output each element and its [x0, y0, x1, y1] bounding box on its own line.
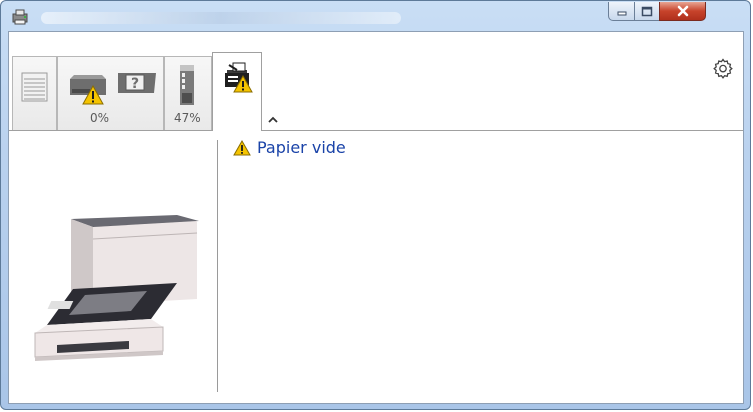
status-message-link[interactable]: Papier vide [257, 138, 346, 157]
tab-toner[interactable]: ? 0% [57, 56, 164, 130]
tab-waste-toner-percent: 47% [174, 111, 201, 125]
pane-divider [217, 140, 218, 392]
warning-icon [233, 139, 251, 155]
printer-illustration [34, 215, 199, 361]
maximize-icon [641, 6, 653, 16]
tab-printer-status[interactable] [212, 52, 262, 131]
printer-warning-icon [233, 75, 253, 93]
maximize-button[interactable] [634, 2, 660, 21]
printer-app-icon [12, 9, 28, 25]
printer-image-pane [9, 131, 217, 403]
window-bottom-border [8, 404, 744, 409]
toner-warning-icon [82, 85, 104, 105]
minimize-button[interactable] [608, 2, 635, 21]
close-button[interactable] [659, 2, 706, 21]
window-title [41, 12, 401, 24]
tab-paper[interactable] [12, 56, 57, 130]
content-area: ? 0% 47% Papier vide [8, 31, 744, 404]
gear-icon[interactable] [711, 57, 735, 81]
tab-waste-toner[interactable]: 47% [164, 56, 212, 130]
svg-text:?: ? [131, 76, 139, 92]
tab-toner-percent: 0% [90, 111, 110, 125]
status-monitor-window: ? 0% 47% Papier vide [0, 0, 751, 410]
status-message-row: Papier vide [233, 138, 346, 157]
title-bar[interactable] [1, 1, 752, 31]
unknown-cartridge-icon: ? [118, 73, 156, 93]
tab-bar: ? 0% 47% [9, 32, 743, 131]
collapse-chevron-icon[interactable] [267, 115, 279, 125]
close-icon [677, 5, 688, 17]
waste-toner-box-icon [180, 65, 194, 105]
paper-stack-icon [21, 72, 48, 102]
minimize-icon [617, 11, 626, 16]
